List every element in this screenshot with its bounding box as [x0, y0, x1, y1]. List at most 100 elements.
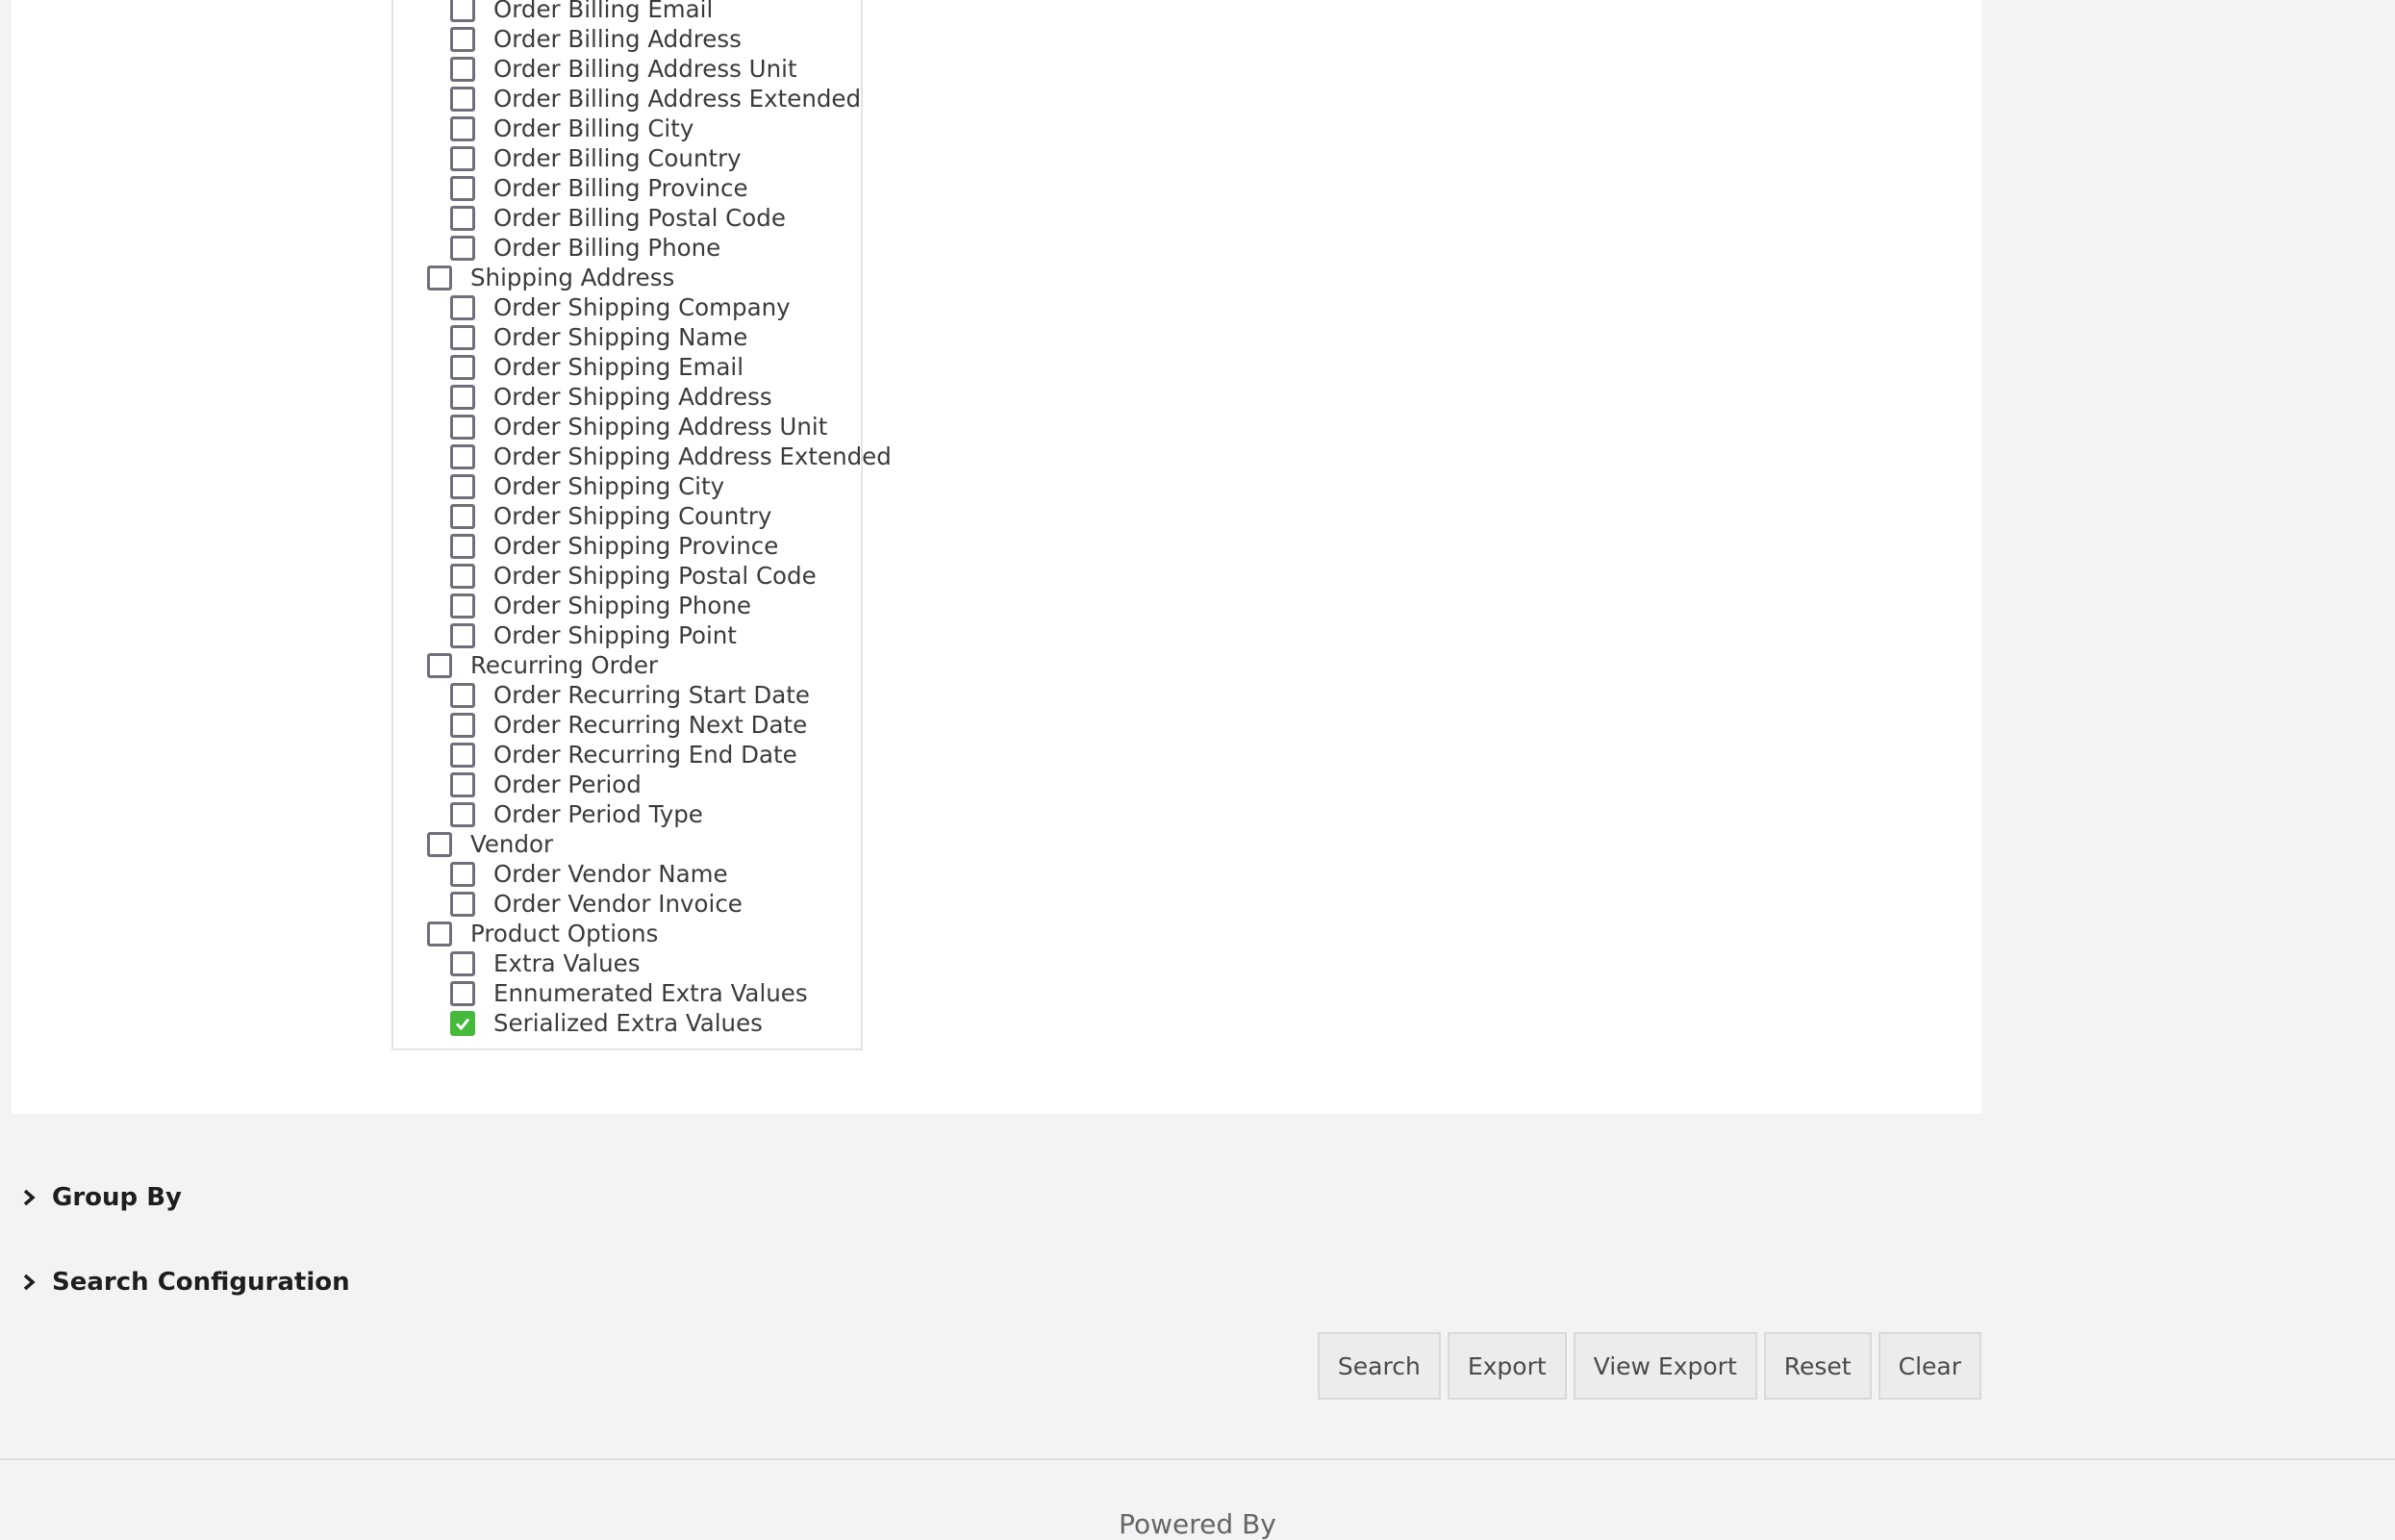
tree-column-item[interactable]: Order Shipping Company — [450, 292, 791, 322]
tree-item-label: Order Vendor Invoice — [493, 890, 743, 918]
tree-column-item[interactable]: Order Billing Address Unit — [450, 54, 797, 84]
checkbox[interactable] — [427, 831, 452, 857]
checkbox[interactable] — [450, 414, 475, 440]
tree-column-item[interactable]: Order Vendor Name — [450, 859, 728, 889]
checkbox[interactable] — [450, 175, 475, 201]
group-by-toggle[interactable]: Group By — [19, 1183, 182, 1212]
tree-group-item[interactable]: Product Options — [427, 919, 658, 948]
checkbox[interactable] — [450, 235, 475, 261]
tree-column-item[interactable]: Order Billing Address Extended — [450, 84, 861, 114]
checkbox[interactable] — [450, 384, 475, 410]
checkbox[interactable] — [450, 354, 475, 380]
checkmark-icon — [455, 1018, 470, 1030]
search-configuration-label: Search Configuration — [52, 1268, 350, 1297]
tree-item-label: Product Options — [470, 920, 659, 947]
tree-item-label: Order Shipping Company — [493, 293, 791, 321]
tree-group-item[interactable]: Recurring Order — [427, 650, 658, 680]
checkbox[interactable] — [450, 980, 475, 1006]
tree-column-item[interactable]: Order Shipping Postal Code — [450, 561, 817, 591]
tree-column-item[interactable]: Order Shipping Address Extended — [450, 442, 892, 471]
tree-column-item[interactable]: Ennumerated Extra Values — [450, 978, 808, 1008]
tree-column-item[interactable]: Order Billing Postal Code — [450, 203, 786, 233]
checkbox[interactable] — [450, 86, 475, 112]
footer-divider — [0, 1458, 2395, 1460]
tree-column-item[interactable]: Serialized Extra Values — [450, 1008, 763, 1038]
search-button[interactable]: Search — [1317, 1332, 1441, 1400]
checkbox[interactable] — [450, 563, 475, 589]
tree-column-item[interactable]: Order Shipping City — [450, 471, 724, 501]
tree-column-item[interactable]: Order Billing Country — [450, 143, 742, 173]
checkbox[interactable] — [450, 56, 475, 82]
tree-column-item[interactable]: Order Shipping Point — [450, 620, 737, 650]
tree-column-item[interactable]: Order Shipping Phone — [450, 591, 751, 620]
tree-item-label: Order Recurring Next Date — [493, 711, 808, 739]
tree-column-item[interactable]: Order Shipping Email — [450, 352, 744, 382]
checkbox[interactable] — [450, 0, 475, 22]
tree-column-item[interactable]: Order Recurring Start Date — [450, 680, 810, 710]
checkbox[interactable] — [450, 950, 475, 976]
clear-button[interactable]: Clear — [1878, 1332, 1981, 1400]
tree-item-label: Order Billing Country — [493, 144, 742, 172]
tree-item-label: Order Billing Province — [493, 174, 748, 202]
tree-column-item[interactable]: Order Billing Email — [450, 0, 713, 24]
checkbox[interactable] — [450, 503, 475, 529]
checkbox[interactable] — [450, 742, 475, 768]
tree-column-item[interactable]: Order Period — [450, 770, 642, 799]
tree-column-item[interactable]: Extra Values — [450, 948, 641, 978]
tree-item-label: Order Shipping Point — [493, 621, 737, 649]
tree-item-label: Order Shipping City — [493, 472, 725, 500]
checkbox[interactable] — [450, 26, 475, 52]
tree-column-item[interactable]: Order Recurring End Date — [450, 740, 797, 770]
tree-column-item[interactable]: Order Shipping Country — [450, 501, 771, 531]
tree-item-label: Order Shipping Email — [493, 353, 744, 381]
tree-group-item[interactable]: Shipping Address — [427, 263, 674, 292]
tree-column-item[interactable]: Order Shipping Name — [450, 322, 747, 352]
tree-column-item[interactable]: Order Billing Phone — [450, 233, 720, 263]
checkbox[interactable] — [450, 533, 475, 559]
chevron-right-icon — [23, 1189, 36, 1206]
checkbox[interactable] — [450, 145, 475, 171]
tree-column-item[interactable]: Order Shipping Address — [450, 382, 772, 412]
tree-item-label: Order Shipping Address — [493, 383, 772, 411]
view-export-button[interactable]: View Export — [1573, 1332, 1757, 1400]
checkbox[interactable] — [450, 712, 475, 738]
tree-column-item[interactable]: Order Recurring Next Date — [450, 710, 807, 740]
checkbox[interactable] — [450, 294, 475, 320]
export-button[interactable]: Export — [1447, 1332, 1567, 1400]
checkbox[interactable] — [450, 443, 475, 469]
tree-item-label: Extra Values — [493, 949, 641, 977]
tree-item-label: Order Billing Address Unit — [493, 55, 797, 83]
checkbox[interactable] — [450, 771, 475, 797]
checkbox[interactable] — [450, 324, 475, 350]
report-columns-card: Order Billing Email Order Billing Address… — [12, 0, 1981, 1114]
tree-item-label: Shipping Address — [470, 264, 675, 291]
checkbox[interactable] — [427, 652, 452, 678]
tree-column-item[interactable]: Order Period Type — [450, 799, 703, 829]
tree-item-label: Order Billing Address — [493, 25, 742, 53]
tree-item-label: Order Shipping Province — [493, 532, 779, 560]
tree-column-item[interactable]: Order Shipping Province — [450, 531, 778, 561]
checkbox[interactable] — [427, 921, 452, 947]
checkbox[interactable] — [427, 265, 452, 290]
checkbox[interactable] — [450, 115, 475, 141]
tree-column-item[interactable]: Order Billing City — [450, 114, 693, 143]
tree-column-item[interactable]: Order Billing Address — [450, 24, 742, 54]
checkbox[interactable] — [450, 801, 475, 827]
checkbox[interactable] — [450, 593, 475, 619]
checkbox-checked[interactable] — [450, 1010, 475, 1036]
checkbox[interactable] — [450, 622, 475, 648]
tree-item-label: Order Recurring Start Date — [493, 681, 810, 709]
tree-column-item[interactable]: Order Shipping Address Unit — [450, 412, 827, 442]
tree-column-item[interactable]: Order Billing Province — [450, 173, 748, 203]
checkbox[interactable] — [450, 682, 475, 708]
tree-column-item[interactable]: Order Vendor Invoice — [450, 889, 743, 919]
reset-button[interactable]: Reset — [1763, 1332, 1872, 1400]
tree-item-label: Order Billing Email — [493, 0, 714, 23]
search-configuration-toggle[interactable]: Search Configuration — [19, 1268, 350, 1297]
tree-item-label: Recurring Order — [470, 651, 659, 679]
checkbox[interactable] — [450, 861, 475, 887]
checkbox[interactable] — [450, 891, 475, 917]
checkbox[interactable] — [450, 473, 475, 499]
tree-group-item[interactable]: Vendor — [427, 829, 553, 859]
checkbox[interactable] — [450, 205, 475, 231]
